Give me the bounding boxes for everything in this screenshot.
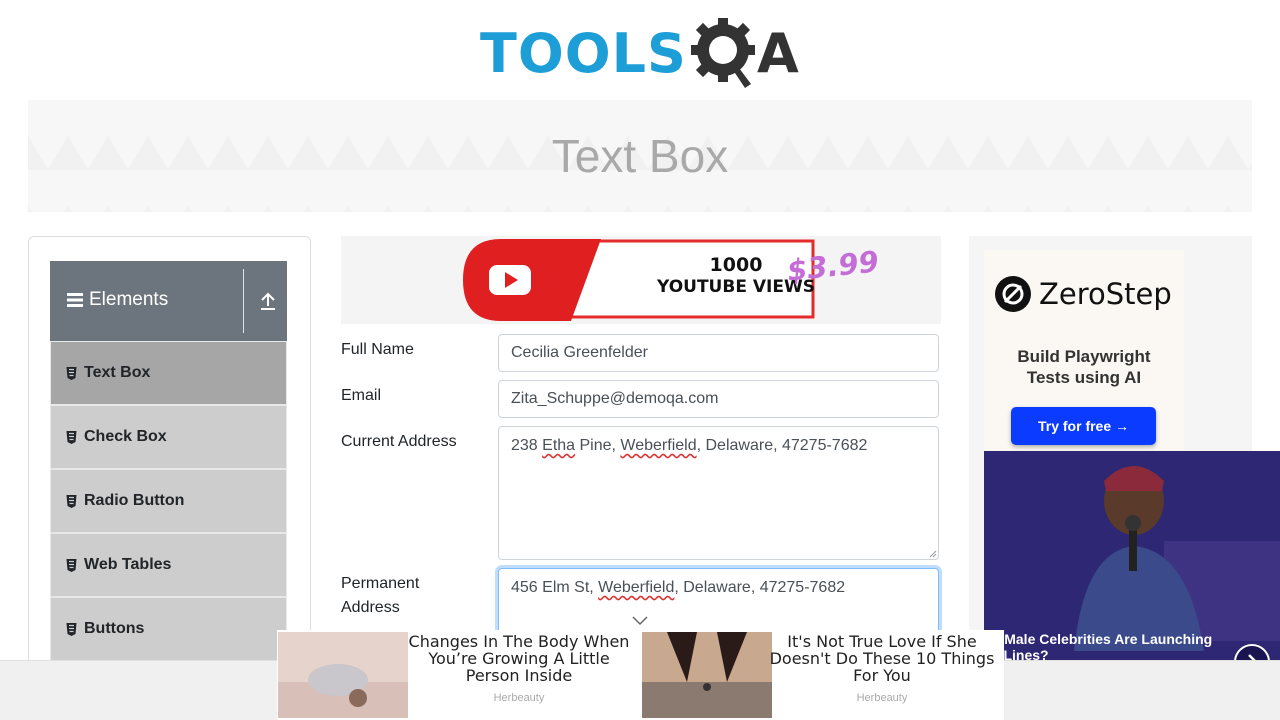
ad-headline[interactable]: It's Not True Love If She Doesn't Do The… <box>767 633 997 684</box>
sidebar-item-label: Check Box <box>84 428 167 445</box>
address-text: Pine, <box>575 437 621 454</box>
address-text: 456 Elm St, <box>511 579 599 596</box>
zerostep-brand: ZeroStep <box>1039 277 1172 311</box>
address-text: Etha <box>542 437 576 454</box>
collapse-ad-chevron-icon[interactable] <box>630 615 650 627</box>
sidebar-item-text-box[interactable]: Text Box <box>50 341 287 405</box>
current-address-row: Current Address 238 Etha Pine, Weberfiel… <box>341 426 941 562</box>
ad-image-love[interactable] <box>642 632 772 718</box>
gear-magnifier-icon <box>690 18 755 88</box>
chevron-right-icon <box>1248 654 1256 660</box>
full-name-label: Full Name <box>341 341 414 358</box>
html5-icon <box>66 366 77 380</box>
sidebar-item-label: Web Tables <box>84 556 172 573</box>
zerostep-logo: ZeroStep <box>995 276 1172 312</box>
sidebar-item-check-box[interactable]: Check Box <box>50 405 287 469</box>
zerostep-ad[interactable]: ZeroStep Build Playwright Tests using AI… <box>984 250 1184 450</box>
logo-qa: A <box>689 16 799 92</box>
email-label: Email <box>341 387 382 404</box>
email-row: Email Zita_Schuppe@demoqa.com <box>341 380 941 420</box>
label-line: Address <box>341 599 400 616</box>
tagline-line: Tests using AI <box>1026 368 1142 387</box>
next-video-button[interactable] <box>1234 644 1270 660</box>
video-thumbnail <box>984 451 1280 660</box>
sidebar-item-radio-button[interactable]: Radio Button <box>50 469 287 533</box>
bottom-ad-unit[interactable]: Changes In The Body When You’re Growing … <box>277 616 1004 720</box>
site-logo[interactable]: TOOLS A <box>480 16 799 92</box>
caption-line: hy Male Celebrities Are Launching <box>984 631 1213 647</box>
sidebar-group-label: Elements <box>89 289 169 310</box>
sidebar-item-label: Radio Button <box>84 492 185 509</box>
label-line: Permanent <box>341 575 420 592</box>
try-for-free-button[interactable]: Try for free → <box>1011 407 1156 445</box>
email-input[interactable]: Zita_Schuppe@demoqa.com <box>498 380 939 418</box>
page-title: Text Box <box>551 130 729 182</box>
sidebar-group-title: Elements <box>67 289 168 311</box>
email-value: Zita_Schuppe@demoqa.com <box>511 390 719 407</box>
sidebar-item-buttons[interactable]: Buttons <box>50 597 287 661</box>
tagline-line: Build Playwright <box>1017 347 1151 366</box>
sidebar-group-elements[interactable]: Elements <box>50 261 287 341</box>
address-text: , Delaware, 47275-7682 <box>674 579 846 596</box>
page-banner: Text Box <box>28 100 1252 212</box>
full-name-value: Cecilia Greenfelder <box>511 344 648 361</box>
logo-letter: A <box>756 22 799 85</box>
ad-source: Herbeauty <box>856 692 908 704</box>
html5-icon <box>66 430 77 444</box>
permanent-address-label: Permanent Address <box>341 572 481 620</box>
sidebar-item-web-tables[interactable]: Web Tables <box>50 533 287 597</box>
divider <box>243 269 244 333</box>
address-text: , Delaware, 47275-7682 <box>696 437 868 454</box>
current-address-label: Current Address <box>341 433 457 450</box>
collapse-arrow-icon[interactable] <box>258 291 278 311</box>
ad-image-pregnancy[interactable] <box>278 632 408 718</box>
sidebar-item-label: Buttons <box>84 620 145 637</box>
ad-source: Herbeauty <box>493 692 545 704</box>
sidebar-item-label: Text Box <box>84 364 151 381</box>
hamburger-icon <box>67 293 83 307</box>
html5-icon <box>66 494 77 508</box>
sidebar: Elements Text Box Check Box Radio Button <box>28 236 311 720</box>
address-text: Weberfield <box>598 579 675 596</box>
full-name-row: Full Name Cecilia Greenfelder <box>341 334 941 374</box>
current-address-textarea[interactable]: 238 Etha Pine, Weberfield, Delaware, 472… <box>498 426 939 560</box>
youtube-views-ad[interactable]: 1000 YOUTUBE VIEWS $3.99 <box>341 236 941 324</box>
zerostep-icon <box>995 276 1031 312</box>
address-text: Weberfield <box>620 437 697 454</box>
full-name-input[interactable]: Cecilia Greenfelder <box>498 334 939 372</box>
page: TOOLS A Text Box Elements Text Box Check… <box>0 0 1280 720</box>
address-text: 238 <box>511 437 543 454</box>
html5-icon <box>66 558 77 572</box>
logo-text: TOOLS <box>480 22 687 85</box>
resize-handle-icon[interactable] <box>929 550 937 558</box>
zerostep-tagline: Build Playwright Tests using AI <box>984 346 1184 388</box>
ad-headline[interactable]: Changes In The Body When You’re Growing … <box>404 633 634 684</box>
sidebar-menu: Text Box Check Box Radio Button Web Tabl… <box>50 341 287 661</box>
video-ad[interactable]: hy Male Celebrities Are Launching ail Li… <box>984 451 1280 660</box>
html5-icon <box>66 622 77 636</box>
